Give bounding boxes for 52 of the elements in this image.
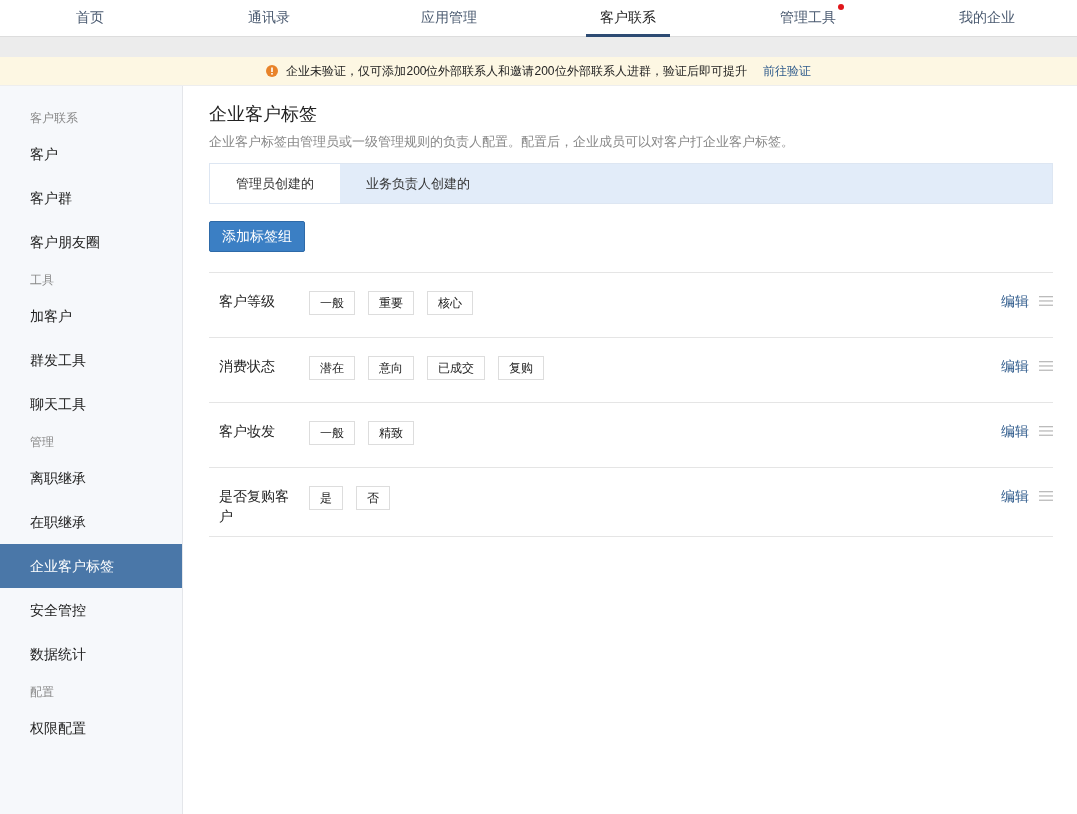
sidebar-item[interactable]: 客户 bbox=[0, 132, 182, 176]
edit-link[interactable]: 编辑 bbox=[1001, 421, 1029, 443]
sidebar-item[interactable]: 权限配置 bbox=[0, 706, 182, 750]
tag-group-name: 是否复购客户 bbox=[219, 487, 290, 527]
tag: 精致 bbox=[368, 421, 414, 446]
drag-handle-icon[interactable] bbox=[1039, 425, 1053, 438]
edit-link[interactable]: 编辑 bbox=[1001, 486, 1029, 508]
nav-tab[interactable]: 首页 bbox=[61, 0, 118, 37]
add-tag-group-button[interactable]: 添加标签组 bbox=[209, 221, 305, 253]
tag-group-name: 客户等级 bbox=[219, 292, 276, 312]
notice-text: 企业未验证，仅可添加200位外部联系人和邀请200位外部联系人进群，验证后即可提升 bbox=[286, 63, 747, 80]
sidebar-section-header: 客户联系 bbox=[29, 110, 79, 127]
tag: 一般 bbox=[309, 421, 355, 446]
warning-icon bbox=[266, 65, 279, 77]
tag: 意向 bbox=[368, 356, 414, 381]
tag: 潜在 bbox=[309, 356, 355, 381]
sidebar-section-header: 工具 bbox=[29, 272, 55, 289]
nav-tab[interactable]: 管理工具 bbox=[765, 0, 850, 37]
page-description: 企业客户标签由管理员或一级管理规则的负责人配置。配置后，企业成员可以对客户打企业客户标签。 bbox=[209, 132, 795, 151]
nav-tab[interactable]: 通讯录 bbox=[234, 0, 305, 37]
tag: 否 bbox=[356, 486, 390, 511]
nav-tab[interactable]: 应用管理 bbox=[406, 0, 491, 37]
tag-group-name: 客户妆发 bbox=[219, 422, 276, 442]
sidebar-section-header: 配置 bbox=[29, 684, 55, 701]
edit-link[interactable]: 编辑 bbox=[1001, 291, 1029, 313]
tag-group-name: 消费状态 bbox=[219, 357, 276, 377]
sidebar-item[interactable]: 聊天工具 bbox=[0, 382, 182, 426]
sidebar-item[interactable]: 客户朋友圈 bbox=[0, 220, 182, 264]
tag: 复购 bbox=[498, 356, 544, 381]
tag: 一般 bbox=[309, 291, 355, 316]
page-title: 企业客户标签 bbox=[209, 104, 318, 126]
sidebar-item[interactable]: 数据统计 bbox=[0, 632, 182, 676]
tag: 是 bbox=[309, 486, 343, 511]
drag-handle-icon[interactable] bbox=[1039, 490, 1053, 503]
tag: 核心 bbox=[427, 291, 473, 316]
drag-handle-icon[interactable] bbox=[1039, 295, 1053, 308]
sidebar-item[interactable]: 在职继承 bbox=[0, 500, 182, 544]
nav-tab[interactable]: 我的企业 bbox=[945, 0, 1030, 37]
tab[interactable]: 管理员创建的 bbox=[210, 164, 340, 204]
edit-link[interactable]: 编辑 bbox=[1001, 356, 1029, 378]
drag-handle-icon[interactable] bbox=[1039, 360, 1053, 373]
tag: 已成交 bbox=[427, 356, 485, 381]
verify-link[interactable]: 前往验证 bbox=[762, 62, 811, 80]
sidebar-item[interactable]: 离职继承 bbox=[0, 456, 182, 500]
sidebar-item[interactable]: 群发工具 bbox=[0, 338, 182, 382]
sidebar-item[interactable]: 企业客户标签 bbox=[0, 544, 182, 588]
tab[interactable]: 业务负责人创建的 bbox=[340, 164, 496, 204]
sidebar-item[interactable]: 加客户 bbox=[0, 294, 182, 338]
tag: 重要 bbox=[368, 291, 414, 316]
sidebar-item[interactable]: 客户群 bbox=[0, 176, 182, 220]
sidebar-section-header: 管理 bbox=[29, 434, 55, 451]
sidebar-item[interactable]: 安全管控 bbox=[0, 588, 182, 632]
